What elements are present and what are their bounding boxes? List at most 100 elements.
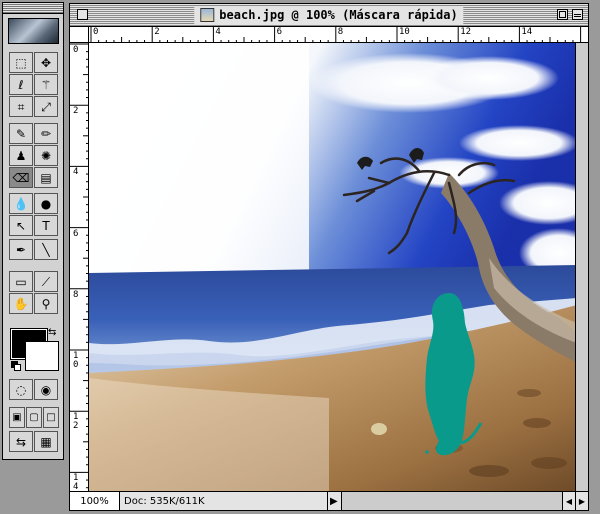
notes-tool-icon: ▭	[15, 274, 27, 289]
collapse-box-icon[interactable]	[572, 9, 583, 20]
blur-tool-icon: 💧	[13, 196, 29, 211]
screen-mode-full-menu[interactable]: ▢	[26, 407, 42, 428]
h-ruler-label: 0	[93, 27, 99, 37]
h-ruler-label: 12	[460, 27, 472, 37]
swap-colors-icon[interactable]: ⇆	[48, 327, 56, 338]
notes-tool[interactable]: ▭	[9, 271, 33, 292]
v-ruler-label: 1 4	[73, 473, 79, 493]
window-title-group: beach.jpg @ 100% (Máscara rápida)	[194, 6, 464, 24]
vertical-scrollbar[interactable]	[575, 43, 588, 493]
stamp-tool[interactable]: ♟	[9, 145, 33, 166]
burn-tool[interactable]: ●	[34, 193, 58, 214]
history-brush-tool[interactable]: ✺	[34, 145, 58, 166]
h-ruler-label: 2	[154, 27, 160, 37]
beach-image	[89, 43, 577, 493]
stamp-tool-icon: ♟	[15, 148, 27, 163]
quick-mask-mode-button[interactable]: ◉	[34, 379, 58, 400]
airbrush-tool-icon: ✎	[15, 126, 27, 141]
selection-arrow-tool-icon: ↖	[15, 218, 27, 233]
image-canvas[interactable]	[89, 43, 577, 493]
jump-to-imageready-button[interactable]: ⇆	[9, 431, 33, 452]
screen-mode-standard[interactable]: ▣	[9, 407, 25, 428]
crop-tool-icon: ⌗	[17, 99, 25, 114]
hand-tool-icon: ✋	[13, 296, 29, 311]
window-title: beach.jpg @ 100% (Máscara rápida)	[219, 8, 458, 22]
move-tool-icon: ✥	[40, 55, 52, 70]
screen-mode-full[interactable]: □	[43, 407, 59, 428]
standard-mode-button[interactable]: ◌	[9, 379, 33, 400]
line-tool-icon: ╲	[42, 242, 50, 257]
pencil-tool-icon: ✏	[40, 126, 52, 141]
marquee-tool[interactable]: ⬚	[9, 52, 33, 73]
eraser-tool[interactable]: ⌫	[9, 167, 33, 188]
scroll-left-arrow-icon[interactable]: ◀	[562, 492, 575, 510]
gradient-tool[interactable]: ▤	[34, 167, 58, 188]
color-sampler-tool-icon: ⟋	[41, 274, 51, 289]
document-size-info: Doc: 535K/611K	[120, 492, 328, 510]
vertical-ruler[interactable]: 0 2 4 6 8 1 0 1 2 1 4	[70, 43, 89, 493]
airbrush-tool[interactable]: ✎	[9, 123, 33, 144]
lasso-tool[interactable]: ℓ	[9, 74, 33, 95]
selection-arrow-tool[interactable]: ↖	[9, 215, 33, 236]
h-ruler-label: 4	[215, 27, 221, 37]
tools-palette: ⬚ ✥ ℓ ⚚ ⌗ ⤢ ✎ ✏ ♟ ✺ ⌫ ▤ 💧 ● ↖ T ✒ ╲ ▭ ⟋ ✋ ⚲ ◌ ◉ ▣ ▢ □ ⇆ ▦ ⇆	[2, 2, 64, 460]
zoom-box-icon[interactable]	[557, 9, 568, 20]
status-bar: 100% Doc: 535K/611K ▶ ◀ ▶	[70, 491, 588, 510]
background-color-swatch[interactable]	[25, 341, 59, 371]
eraser-tool-icon: ⌫	[12, 170, 30, 185]
window-titlebar[interactable]: beach.jpg @ 100% (Máscara rápida)	[70, 4, 588, 27]
crop-tool[interactable]: ⌗	[9, 96, 33, 117]
type-tool[interactable]: T	[34, 215, 58, 236]
tools-palette-titlebar[interactable]	[3, 3, 63, 14]
v-ruler-label: 8	[73, 289, 79, 300]
lasso-tool-icon: ℓ	[18, 77, 24, 92]
blur-tool[interactable]: 💧	[9, 193, 33, 214]
pencil-tool[interactable]: ✏	[34, 123, 58, 144]
ruler-origin[interactable]	[70, 27, 89, 43]
v-ruler-label: 1 0	[73, 351, 79, 370]
h-ruler-label: 14	[521, 27, 533, 37]
gradient-tool-icon: ▤	[40, 170, 52, 185]
standard-mode-button-icon: ◌	[15, 382, 27, 397]
move-tool[interactable]: ✥	[34, 52, 58, 73]
zoom-tool-icon: ⚲	[41, 296, 51, 311]
v-ruler-label: 1 2	[73, 412, 79, 432]
screen-mode-standard-icon: ▣	[12, 411, 22, 423]
screen-mode-full-icon: □	[46, 411, 56, 423]
magic-wand-tool-icon: ⚚	[40, 77, 52, 92]
color-sampler-tool[interactable]: ⟋	[34, 271, 58, 292]
v-ruler-label: 0	[73, 45, 79, 55]
scroll-right-arrow-icon[interactable]: ▶	[575, 492, 588, 510]
h-ruler-label: 10	[399, 27, 410, 37]
document-thumbnail-icon	[200, 8, 215, 22]
history-brush-tool-icon: ✺	[40, 148, 52, 163]
screen-mode-full-menu-icon: ▢	[29, 411, 39, 423]
close-box-icon[interactable]	[77, 9, 88, 20]
burn-tool-icon: ●	[40, 196, 52, 211]
zoom-tool[interactable]: ⚲	[34, 293, 58, 314]
line-tool[interactable]: ╲	[34, 239, 58, 260]
h-ruler-label: 6	[276, 27, 283, 37]
eyedropper-tool[interactable]: ⤢	[34, 96, 58, 117]
zoom-level-field[interactable]: 100%	[70, 492, 120, 510]
status-menu-arrow-icon[interactable]: ▶	[328, 492, 342, 510]
v-ruler-label: 4	[73, 167, 79, 178]
v-ruler-label: 2	[73, 106, 79, 117]
v-ruler-label: 6	[73, 228, 79, 239]
horizontal-ruler[interactable]: 0 2 4 6 8 10 12 14	[89, 27, 588, 43]
jump-icon-2-icon: ▦	[40, 434, 52, 449]
quick-mask-mode-button-icon: ◉	[40, 382, 52, 397]
document-window: beach.jpg @ 100% (Máscara rápida) 0 2 4 6 8 1…	[69, 3, 589, 511]
h-ruler-label: 8	[337, 27, 344, 37]
marquee-tool-icon: ⬚	[15, 55, 27, 70]
pen-tool[interactable]: ✒	[9, 239, 33, 260]
photoshop-logo-icon[interactable]	[8, 18, 59, 44]
hand-tool[interactable]: ✋	[9, 293, 33, 314]
eyedropper-tool-icon: ⤢	[41, 99, 51, 114]
pen-tool-icon: ✒	[15, 242, 27, 257]
jump-icon-2[interactable]: ▦	[34, 431, 58, 452]
horizontal-scrollbar[interactable]	[342, 492, 562, 510]
default-colors-icon[interactable]	[11, 361, 21, 371]
jump-to-imageready-button-icon: ⇆	[15, 434, 27, 449]
magic-wand-tool[interactable]: ⚚	[34, 74, 58, 95]
